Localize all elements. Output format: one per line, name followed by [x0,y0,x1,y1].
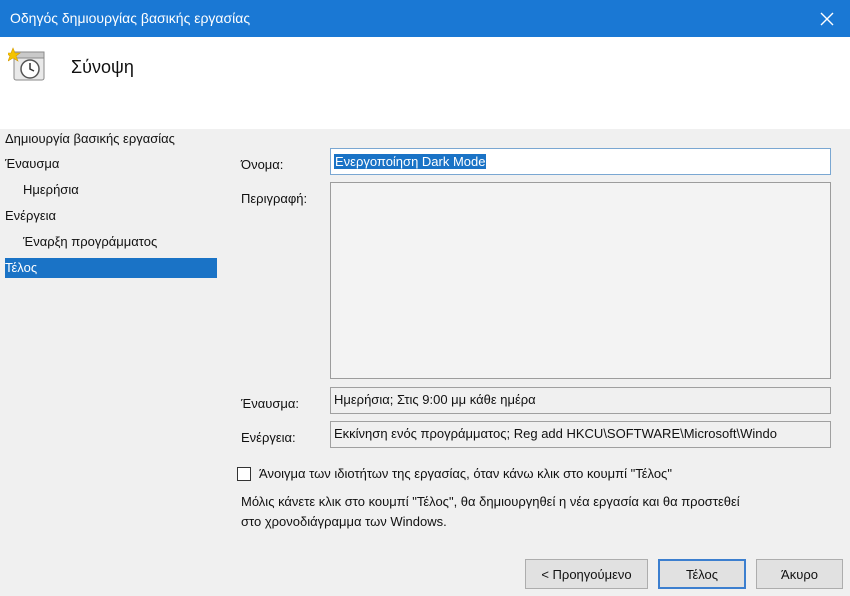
trigger-label: Έναυσμα: [241,396,299,411]
title-bar[interactable]: Οδηγός δημιουργίας βασικής εργασίας [0,0,850,37]
finish-button-label: Τέλος [685,566,719,582]
finish-button[interactable]: Τέλος [658,559,746,589]
description-label: Περιγραφή: [241,191,308,206]
step-label: Έναρξη προγράμματος [23,234,158,249]
step-label: Έναυσμα [5,156,60,171]
step-start-program: Έναρξη προγράμματος [5,232,217,252]
close-icon [820,12,834,25]
open-properties-checkbox[interactable] [237,467,251,481]
step-daily: Ημερήσια [5,180,217,200]
task-wizard-window: Οδηγός δημιουργίας βασικής εργασίας Σύνο… [0,0,850,596]
back-button[interactable]: < Προηγούμενο [525,559,648,589]
task-scheduler-clock-icon [8,47,45,81]
step-action: Ενέργεια [5,206,217,226]
info-line-2: στο χρονοδιάγραμμα των Windows. [241,514,447,529]
step-finish: Τέλος [5,258,217,278]
cancel-button[interactable]: Άκυρο [756,559,843,589]
step-create-basic-task: Δημιουργία βασικής εργασίας [5,129,217,149]
open-properties-label[interactable]: Άνοιγμα των ιδιοτήτων της εργασίας, όταν… [259,466,672,481]
name-label: Όνομα: [241,157,284,172]
action-value: Εκκίνηση ενός προγράμματος; Reg add HKCU… [334,426,777,441]
action-field[interactable]: Εκκίνηση ενός προγράμματος; Reg add HKCU… [330,421,831,448]
window-title: Οδηγός δημιουργίας βασικής εργασίας [10,10,251,26]
step-label: Δημιουργία βασικής εργασίας [5,131,175,146]
trigger-value: Ημερήσια; Στις 9:00 μμ κάθε ημέρα [334,392,536,407]
name-value: Ενεργοποίηση Dark Mode [334,154,487,169]
page-title: Σύνοψη [71,57,134,77]
wizard-header: Σύνοψη [0,37,850,129]
back-button-label: < Προηγούμενο [541,566,632,582]
description-textarea[interactable] [330,182,831,379]
name-input[interactable]: Ενεργοποίηση Dark Mode [330,148,831,175]
trigger-field[interactable]: Ημερήσια; Στις 9:00 μμ κάθε ημέρα [330,387,831,414]
step-label: Ημερήσια [23,182,79,197]
info-line-1: Μόλις κάνετε κλικ στο κουμπί "Τέλος", θα… [241,494,740,509]
step-label: Ενέργεια [5,208,57,223]
step-label: Τέλος [5,260,38,275]
finish-info-text: Μόλις κάνετε κλικ στο κουμπί "Τέλος", θα… [241,492,841,532]
close-button[interactable] [804,0,850,37]
step-trigger: Έναυσμα [5,154,217,174]
action-label: Ενέργεια: [241,430,296,445]
cancel-button-label: Άκυρο [781,566,818,582]
